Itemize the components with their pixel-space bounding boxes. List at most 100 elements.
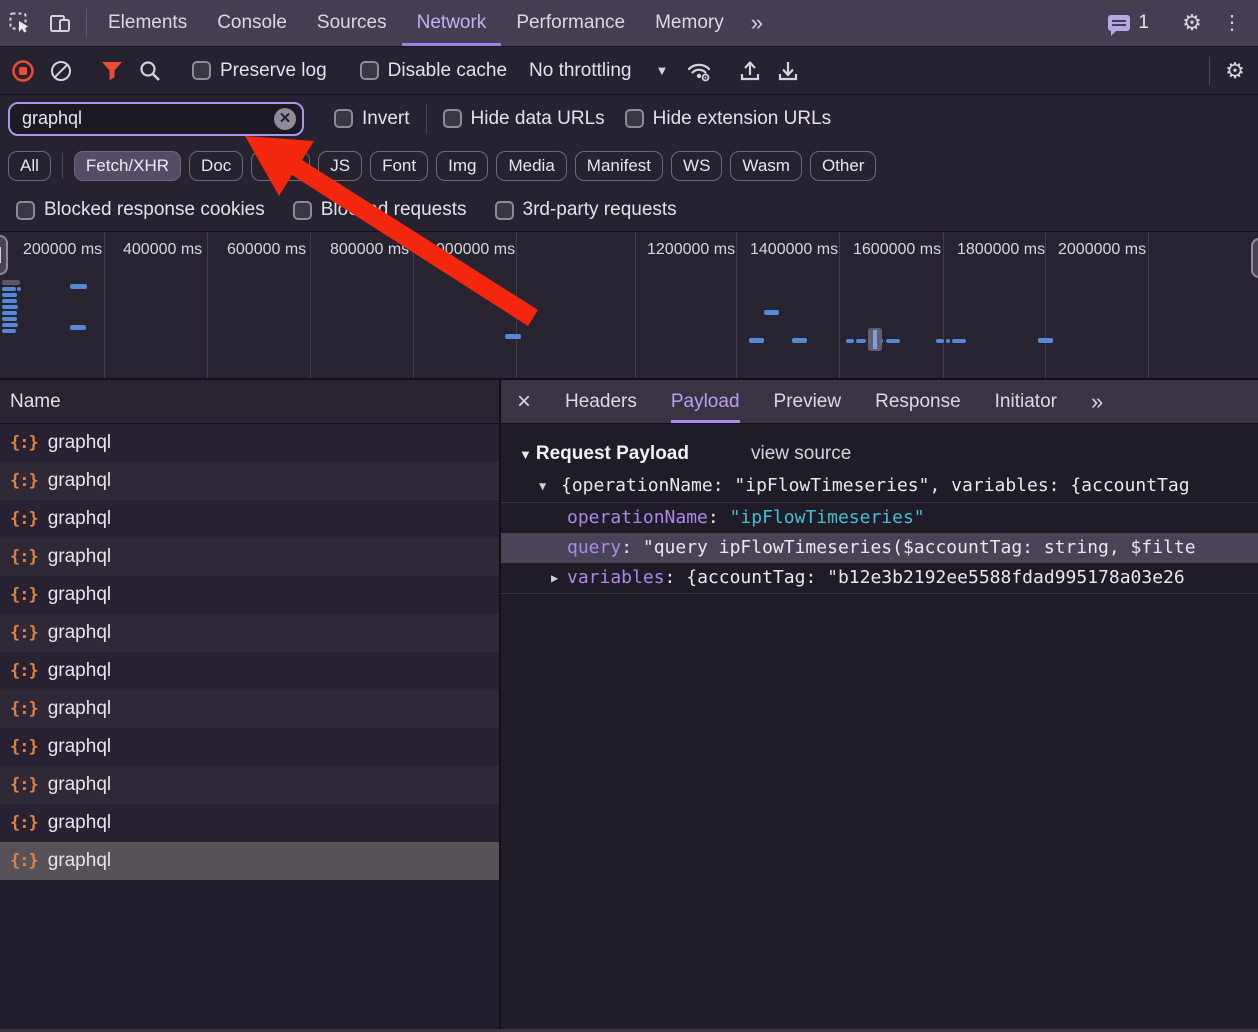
chip-css[interactable]: CSS [251,151,310,181]
request-row[interactable]: {:}graphql [0,804,499,842]
preserve-log-checkbox[interactable]: Preserve log [182,60,337,82]
timeline-divider [516,232,517,378]
checkbox-box [625,109,644,128]
detail-tab-response[interactable]: Response [875,380,961,423]
more-panels-button[interactable]: » [739,0,773,46]
timeline-left-handle[interactable] [0,235,8,275]
more-detail-tabs-button[interactable]: » [1091,389,1101,415]
message-count: 1 [1138,12,1149,34]
hide-data-urls-checkbox[interactable]: Hide data URLs [433,108,615,130]
view-source-link[interactable]: view source [751,443,851,465]
request-row[interactable]: {:}graphql [0,728,499,766]
timeline-divider [310,232,311,378]
details-tab-bar: × Headers Payload Preview Response Initiator… [501,380,1258,424]
timeline-divider [104,232,105,378]
timeline-right-handle[interactable] [1251,238,1258,278]
triangle-right-icon: ▶ [551,563,558,593]
payload-preview-row[interactable]: ▼ {operationName: "ipFlowTimeseries", va… [501,470,1258,502]
payload-value: {accountTag: "b12e3b2192ee5588fdad995178… [686,567,1185,588]
chip-wasm[interactable]: Wasm [730,151,802,181]
detail-tab-headers[interactable]: Headers [565,380,637,423]
request-row[interactable]: {:}graphql [0,424,499,462]
chip-js[interactable]: JS [318,151,362,181]
blocked-requests-checkbox[interactable]: Blocked requests [279,199,481,221]
hide-extension-urls-checkbox[interactable]: Hide extension URLs [615,108,841,130]
checkbox-box [192,61,211,80]
chip-img[interactable]: Img [436,151,488,181]
more-options-button[interactable]: ⋮ [1212,13,1252,33]
network-conditions-button[interactable] [680,52,718,90]
checkbox-box [293,201,312,220]
search-button[interactable] [131,52,169,90]
inspect-element-button[interactable] [0,0,40,46]
tab-sources[interactable]: Sources [302,0,402,46]
chip-manifest[interactable]: Manifest [575,151,663,181]
request-type-filters: All Fetch/XHR Doc CSS JS Font Img Media Manifest… [0,142,1258,189]
request-bar [70,284,87,289]
device-toolbar-button[interactable] [40,0,80,46]
upload-icon [738,59,762,83]
tab-memory[interactable]: Memory [640,0,739,46]
timeline-divider [207,232,208,378]
import-har-button[interactable] [731,52,769,90]
throttling-select[interactable]: No throttling ▼ [517,60,680,82]
payload-entry[interactable]: query: "query ipFlowTimeseries($accountT… [501,533,1258,563]
request-row[interactable]: {:}graphql [0,538,499,576]
console-messages-button[interactable]: 1 [1098,12,1159,34]
tab-elements[interactable]: Elements [93,0,202,46]
tab-network[interactable]: Network [402,0,502,46]
chip-doc[interactable]: Doc [189,151,243,181]
payload-entry[interactable]: ▶variables: {accountTag: "b12e3b2192ee55… [501,563,1258,593]
blocked-response-cookies-checkbox[interactable]: Blocked response cookies [2,199,279,221]
network-settings-button[interactable]: ⚙ [1216,52,1254,90]
chevron-down-icon: ▼ [655,63,668,78]
request-bar [856,339,866,343]
clear-filter-button[interactable]: ✕ [274,108,296,130]
request-name: graphql [48,660,111,682]
3rd-party-requests-checkbox[interactable]: 3rd-party requests [481,199,691,221]
tab-performance[interactable]: Performance [501,0,640,46]
payload-entry[interactable]: operationName: "ipFlowTimeseries" [501,503,1258,533]
hide-extension-urls-label: Hide extension URLs [653,108,831,130]
settings-button[interactable]: ⚙ [1172,12,1212,34]
chip-other[interactable]: Other [810,151,877,181]
detail-tab-payload[interactable]: Payload [671,380,740,423]
filter-toggle-button[interactable] [93,52,131,90]
request-row[interactable]: {:}graphql [0,690,499,728]
network-overview-timeline[interactable]: 200000 ms400000 ms600000 ms800000 ms1000… [0,232,1258,380]
timeline-divider [413,232,414,378]
request-row[interactable]: {:}graphql [0,500,499,538]
disable-cache-label: Disable cache [388,60,507,82]
request-row[interactable]: {:}graphql [0,652,499,690]
chip-font[interactable]: Font [370,151,428,181]
tab-console[interactable]: Console [202,0,302,46]
chip-fetch-xhr[interactable]: Fetch/XHR [74,151,181,181]
request-row[interactable]: {:}graphql [0,614,499,652]
request-row[interactable]: {:}graphql [0,462,499,500]
json-fetch-icon: {:} [10,699,38,719]
request-row[interactable]: {:}graphql [0,576,499,614]
throttling-value: No throttling [529,60,631,82]
close-details-button[interactable]: × [517,390,531,414]
request-row[interactable]: {:}graphql [0,766,499,804]
request-payload-section[interactable]: ▼ Request Payload view source [501,438,1258,470]
disable-cache-checkbox[interactable]: Disable cache [350,60,517,82]
detail-tab-initiator[interactable]: Initiator [995,380,1057,423]
name-column-header[interactable]: Name [0,380,499,424]
request-row[interactable]: {:}graphql [0,842,499,880]
invert-label: Invert [362,108,410,130]
filter-input[interactable] [8,102,304,136]
clear-network-log-button[interactable] [42,52,80,90]
export-har-button[interactable] [769,52,807,90]
payload-value: "ipFlowTimeseries" [730,507,925,528]
payload-value: "query ipFlowTimeseries($accountTag: str… [643,537,1196,558]
chip-ws[interactable]: WS [671,151,722,181]
invert-checkbox[interactable]: Invert [324,108,420,130]
chip-media[interactable]: Media [496,151,566,181]
gear-icon: ⚙ [1182,12,1202,34]
chip-all[interactable]: All [8,151,51,181]
payload-colon: : [621,537,643,558]
record-network-log-button[interactable] [4,52,42,90]
detail-tab-preview[interactable]: Preview [774,380,842,423]
payload-colon: : [708,507,730,528]
